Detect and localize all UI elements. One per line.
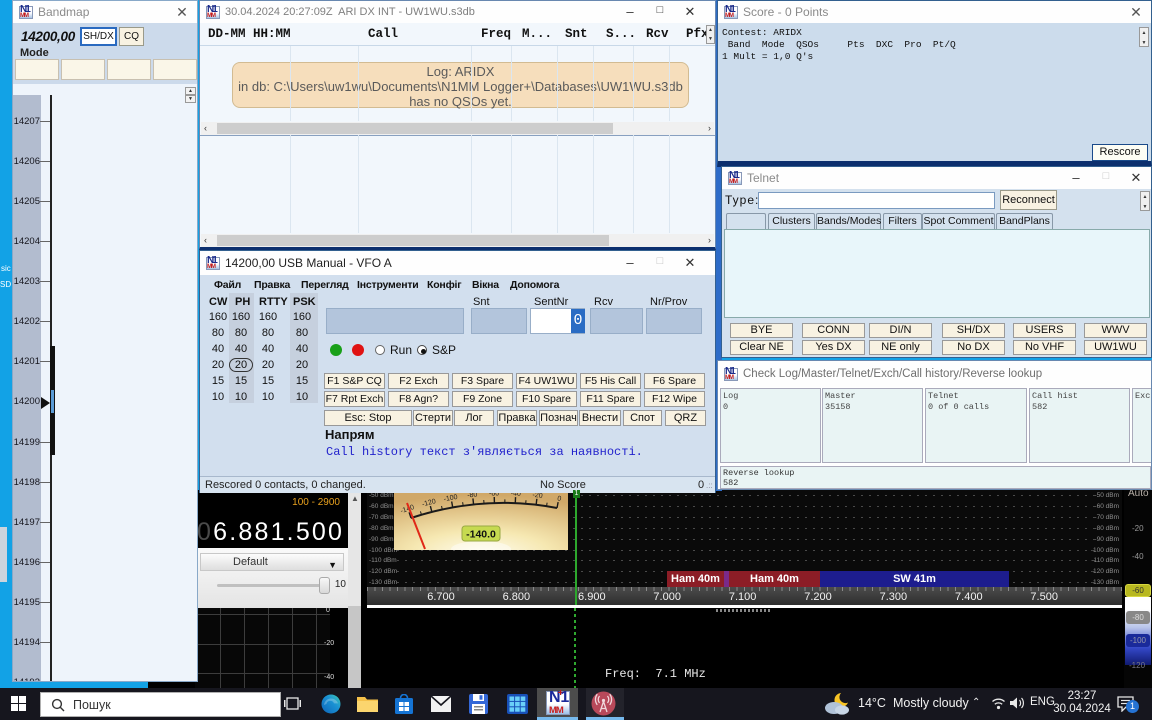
svg-text:-140.0: -140.0 bbox=[466, 529, 496, 541]
svg-text:-20: -20 bbox=[532, 492, 543, 500]
